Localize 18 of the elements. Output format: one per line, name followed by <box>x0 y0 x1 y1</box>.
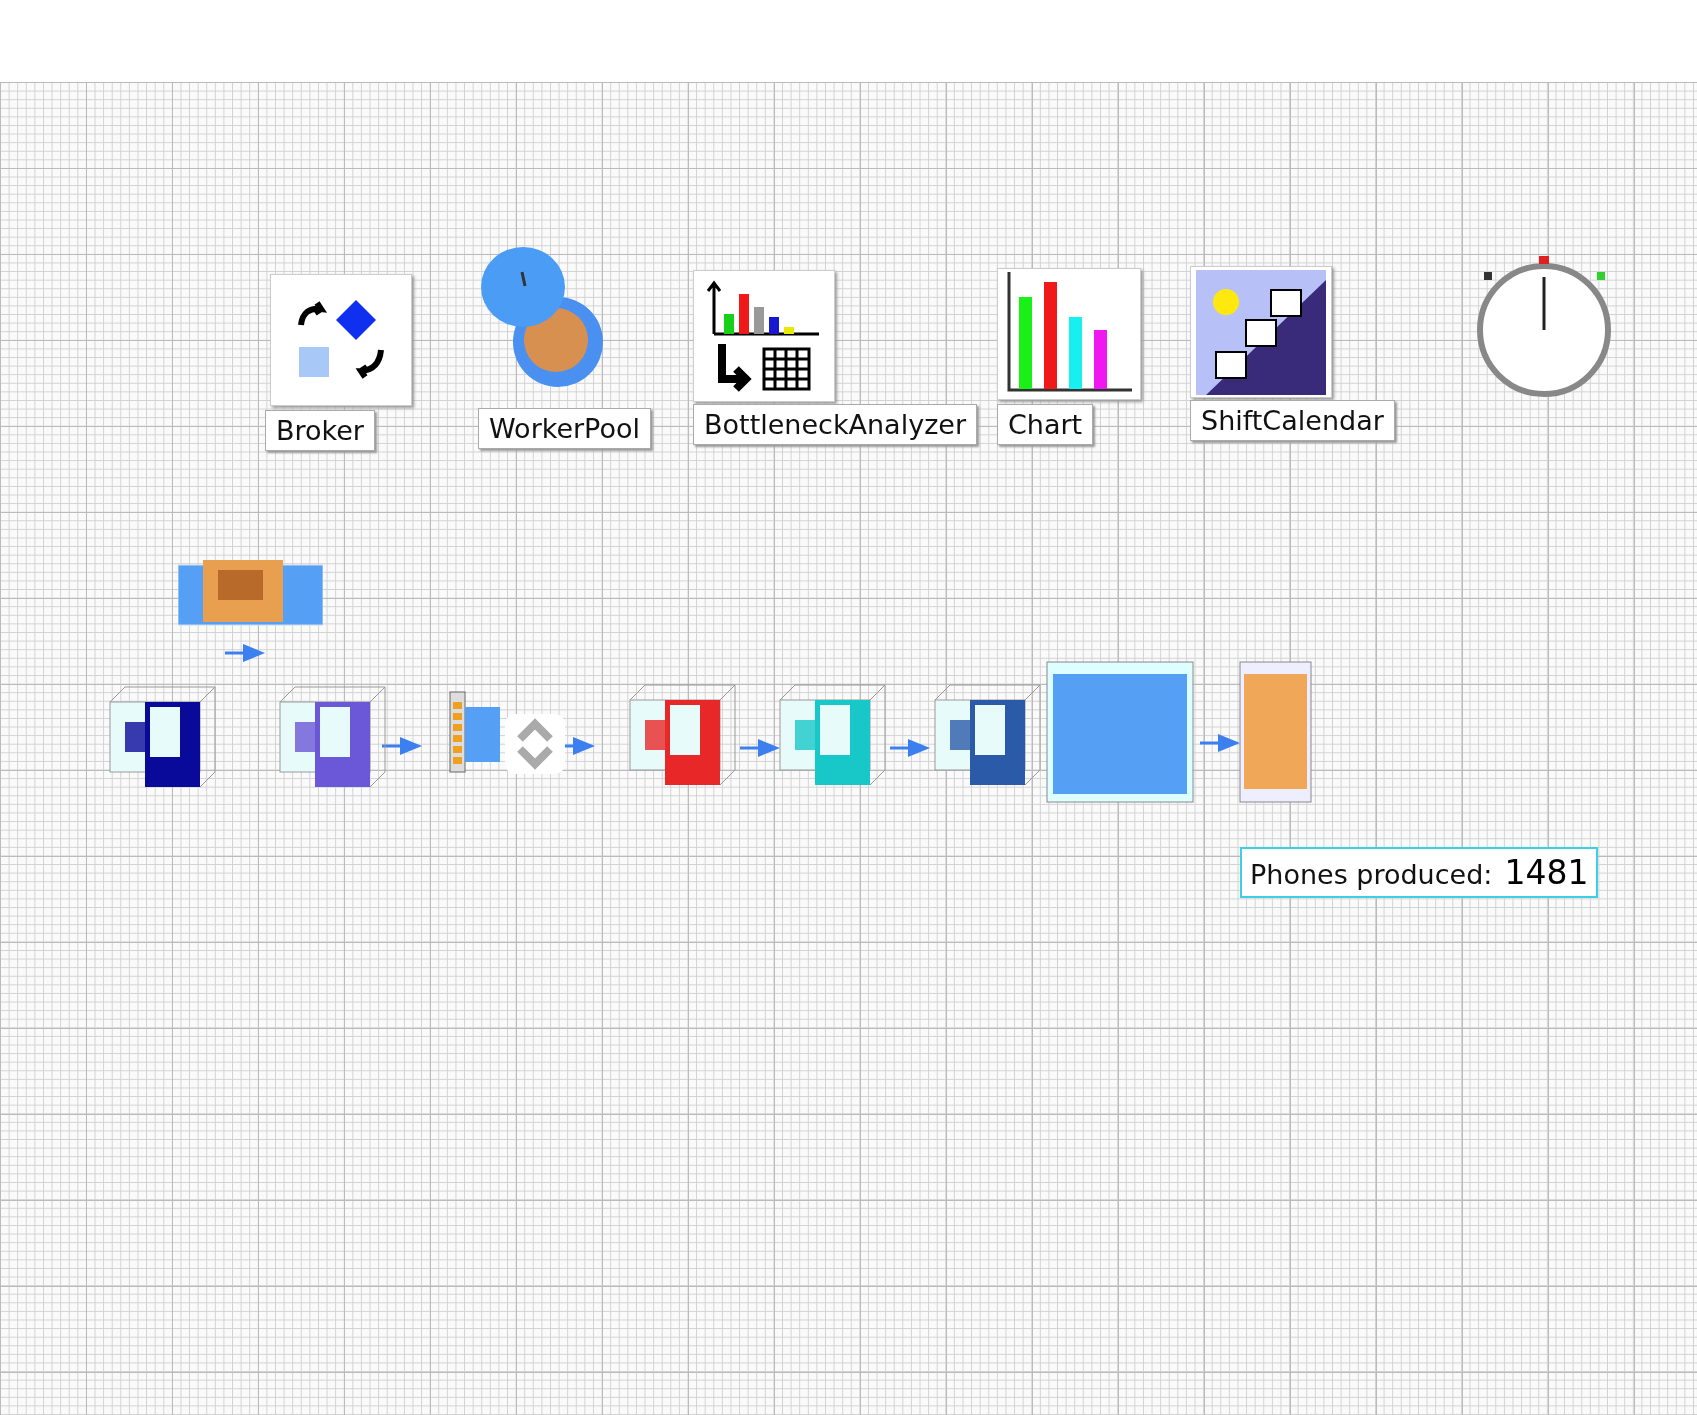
tool-tile[interactable] <box>270 274 412 406</box>
counter-value: 1481 <box>1504 853 1589 892</box>
connector-arrow <box>1200 732 1240 754</box>
tool-label: Broker <box>265 410 375 451</box>
counter-label: Phones produced: <box>1250 859 1493 890</box>
connector-arrow <box>225 642 265 664</box>
tool-tile[interactable] <box>997 268 1141 400</box>
tool-label: Chart <box>997 404 1094 445</box>
tool-label: ShiftCalendar <box>1190 400 1395 441</box>
shift-calendar-icon <box>1196 269 1326 395</box>
tool-label: BottleneckAnalyzer <box>693 404 978 445</box>
connector-arrow <box>740 737 780 759</box>
tool-tile[interactable] <box>1190 266 1332 398</box>
tool-label: WorkerPool <box>478 408 651 449</box>
connector-arrow <box>890 737 930 759</box>
connector-arrow <box>382 735 422 757</box>
assembly-station-drawing <box>505 714 565 774</box>
tool-tile[interactable] <box>693 270 835 402</box>
